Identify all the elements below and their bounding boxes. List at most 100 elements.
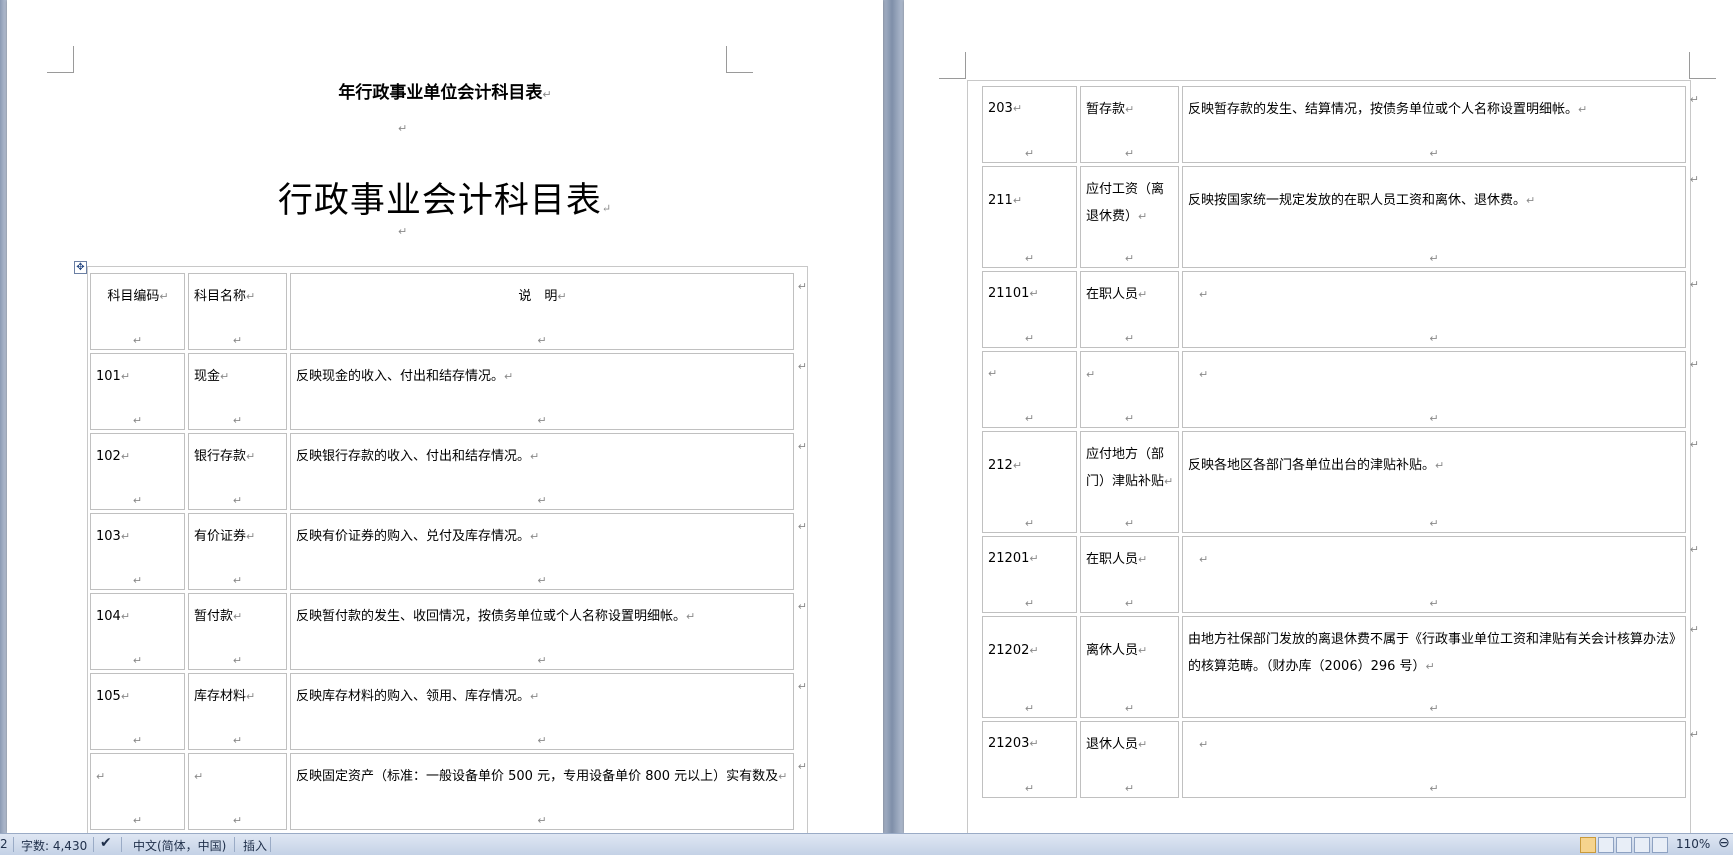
account-name-text: 在职人员↵	[1086, 281, 1174, 308]
table-row: 211↵ ↵ 应付工资（离退休费）↵ ↵ 反映按国家统一规定发放的在职人员工资和离休、退…	[982, 166, 1699, 268]
account-description-cell[interactable]: 反映暂存款的发生、结算情况，按债务单位或个人名称设置明细帐。↵ ↵ ↵	[1182, 86, 1699, 163]
account-name-cell[interactable]: 在职人员↵ ↵	[1080, 536, 1179, 613]
status-separator	[93, 837, 94, 852]
end-of-row-mark: ↵	[797, 760, 807, 773]
account-description-cell[interactable]: 反映暂付款的发生、收回情况，按债务单位或个人名称设置明细帐。↵ ↵ ↵	[290, 593, 807, 670]
account-code-cell[interactable]: 101↵ ↵	[90, 353, 185, 430]
account-code-value: 101	[96, 369, 121, 384]
header-desc-cell[interactable]: 说 明↵ ↵ ↵	[290, 273, 807, 350]
account-description-value: 反映按国家统一规定发放的在职人员工资和离休、退休费。	[1188, 193, 1527, 208]
account-name-cell[interactable]: 暂付款↵ ↵	[188, 593, 287, 670]
page-number-status[interactable]: 2	[0, 837, 8, 851]
document-page-2[interactable]: 203↵ ↵ 暂存款↵ ↵ 反映暂存款的发生、结算情况，按债务单位或个人名称设置明细帐。…	[904, 0, 1733, 833]
account-description-cell[interactable]: 反映按国家统一规定发放的在职人员工资和离休、退休费。↵ ↵ ↵	[1182, 166, 1699, 268]
account-description-cell[interactable]: ↵ ↵ ↵	[1182, 721, 1699, 798]
account-code-cell[interactable]: 21202↵ ↵	[982, 616, 1077, 718]
proofing-check-icon[interactable]: ✔	[100, 835, 112, 851]
account-code-value: 104	[96, 609, 121, 624]
document-page-1[interactable]: 年行政事业单位会计科目表↵ ↵ 行政事业会计科目表↵ ↵ ✥ 科目编码↵ ↵ 科目名…	[7, 0, 883, 833]
paragraph-mark: ↵	[1138, 288, 1148, 301]
header-code-cell[interactable]: 科目编码↵ ↵	[90, 273, 185, 350]
zoom-out-icon[interactable]: ⊖	[1718, 835, 1730, 851]
print-layout-view-icon[interactable]	[1580, 837, 1596, 853]
paragraph-mark: ↵	[1429, 412, 1439, 425]
paragraph-mark: ↵	[1138, 738, 1148, 751]
account-code-text: 21101↵	[988, 280, 1072, 307]
account-description-cell[interactable]: ↵ ↵ ↵	[1182, 536, 1699, 613]
account-description-cell[interactable]: 反映各地区各部门各单位出台的津贴补贴。↵ ↵ ↵	[1182, 431, 1699, 533]
account-code-cell[interactable]: ↵ ↵	[982, 351, 1077, 428]
account-description-cell[interactable]: 反映库存材料的购入、领用、库存情况。↵ ↵ ↵	[290, 673, 807, 750]
paragraph-mark: ↵	[1029, 644, 1039, 657]
account-name-cell[interactable]: 现金↵ ↵	[188, 353, 287, 430]
account-description-text: ↵	[1199, 281, 1681, 308]
end-of-row-mark: ↵	[797, 600, 807, 613]
paragraph-mark: ↵	[120, 610, 131, 623]
paragraph-mark: ↵	[398, 122, 408, 135]
account-code-cell[interactable]: 21203↵ ↵	[982, 721, 1077, 798]
account-code-cell[interactable]: 211↵ ↵	[982, 166, 1077, 268]
paragraph-mark: ↵	[530, 690, 540, 703]
paragraph-mark: ↵	[537, 654, 547, 667]
account-name-cell[interactable]: 银行存款↵ ↵	[188, 433, 287, 510]
account-code-cell[interactable]: 102↵ ↵	[90, 433, 185, 510]
end-of-row-mark: ↵	[1689, 438, 1699, 451]
zoom-level[interactable]: 110%	[1676, 837, 1710, 851]
account-name-cell[interactable]: 应付地方（部门）津贴补贴↵ ↵	[1080, 431, 1179, 533]
table-move-handle-icon[interactable]: ✥	[74, 261, 87, 274]
account-code-cell[interactable]: 21101↵ ↵	[982, 271, 1077, 348]
status-separator	[13, 837, 14, 852]
paragraph-mark: ↵	[1199, 288, 1209, 301]
end-of-row-mark: ↵	[797, 520, 807, 533]
account-table-left[interactable]: 科目编码↵ ↵ 科目名称↵ ↵ 说 明↵ ↵ ↵ 101↵ ↵ 现金↵ ↵ 反映现金的收入、付出和结存…	[87, 270, 807, 833]
account-code-cell[interactable]: ↵ ↵	[90, 753, 185, 830]
header-name-cell[interactable]: 科目名称↵ ↵	[188, 273, 287, 350]
account-description-text: 由地方社保部门发放的离退休费不属于《行政事业单位工资和津贴有关会计核算办法》的核…	[1188, 626, 1681, 680]
account-description-text: ↵	[1199, 546, 1681, 573]
draft-view-icon[interactable]	[1652, 837, 1668, 853]
account-code-cell[interactable]: 203↵ ↵	[982, 86, 1077, 163]
account-description-cell[interactable]: 由地方社保部门发放的离退休费不属于《行政事业单位工资和津贴有关会计核算办法》的核…	[1182, 616, 1699, 718]
table-row: 101↵ ↵ 现金↵ ↵ 反映现金的收入、付出和结存情况。↵ ↵ ↵	[90, 353, 807, 430]
account-name-cell[interactable]: 在职人员↵ ↵	[1080, 271, 1179, 348]
paragraph-mark: ↵	[1124, 252, 1135, 265]
account-name-cell[interactable]: 有价证券↵ ↵	[188, 513, 287, 590]
header-name-text: 科目名称↵	[194, 283, 282, 310]
account-description-cell[interactable]: 反映固定资产（标准：一般设备单价 500 元，专用设备单价 800 元以上）实有…	[290, 753, 807, 830]
account-name-value: 有价证券	[194, 529, 247, 544]
account-name-cell[interactable]: 离休人员↵ ↵	[1080, 616, 1179, 718]
paragraph-mark: ↵	[232, 734, 243, 747]
account-name-cell[interactable]: ↵ ↵	[188, 753, 287, 830]
language-status[interactable]: 中文(简体，中国)	[133, 837, 226, 854]
account-name-text: 应付地方（部门）津贴补贴↵	[1086, 441, 1174, 495]
account-name-cell[interactable]: 库存材料↵ ↵	[188, 673, 287, 750]
account-name-value: 退休人员	[1086, 737, 1139, 752]
account-table-right[interactable]: 203↵ ↵ 暂存款↵ ↵ 反映暂存款的发生、结算情况，按债务单位或个人名称设置明细帐。…	[979, 83, 1699, 801]
paragraph-mark: ↵	[132, 654, 143, 667]
paragraph-mark: ↵	[232, 334, 243, 347]
account-name-cell[interactable]: 退休人员↵ ↵	[1080, 721, 1179, 798]
word-count-status[interactable]: 字数: 4,430	[21, 837, 87, 854]
document-title-large[interactable]: 行政事业会计科目表↵	[7, 172, 883, 223]
account-name-cell[interactable]: 暂存款↵ ↵	[1080, 86, 1179, 163]
document-title-small[interactable]: 年行政事业单位会计科目表↵	[7, 78, 883, 103]
web-layout-view-icon[interactable]	[1616, 837, 1632, 853]
insert-mode-status[interactable]: 插入	[243, 837, 267, 854]
account-description-cell[interactable]: 反映有价证券的购入、兑付及库存情况。↵ ↵ ↵	[290, 513, 807, 590]
outline-view-icon[interactable]	[1634, 837, 1650, 853]
account-description-cell[interactable]: 反映银行存款的收入、付出和结存情况。↵ ↵ ↵	[290, 433, 807, 510]
paragraph-mark: ↵	[1429, 332, 1439, 345]
account-code-cell[interactable]: 212↵ ↵	[982, 431, 1077, 533]
account-description-cell[interactable]: 反映现金的收入、付出和结存情况。↵ ↵ ↵	[290, 353, 807, 430]
account-code-cell[interactable]: 104↵ ↵	[90, 593, 185, 670]
account-description-cell[interactable]: ↵ ↵ ↵	[1182, 351, 1699, 428]
account-description-cell[interactable]: ↵ ↵ ↵	[1182, 271, 1699, 348]
paragraph-mark: ↵	[1024, 412, 1035, 425]
account-code-cell[interactable]: 105↵ ↵	[90, 673, 185, 750]
account-name-cell[interactable]: ↵ ↵	[1080, 351, 1179, 428]
account-name-cell[interactable]: 应付工资（离退休费）↵ ↵	[1080, 166, 1179, 268]
account-code-cell[interactable]: 21201↵ ↵	[982, 536, 1077, 613]
account-code-cell[interactable]: 103↵ ↵	[90, 513, 185, 590]
paragraph-mark: ↵	[1024, 147, 1035, 160]
full-screen-reading-view-icon[interactable]	[1598, 837, 1614, 853]
